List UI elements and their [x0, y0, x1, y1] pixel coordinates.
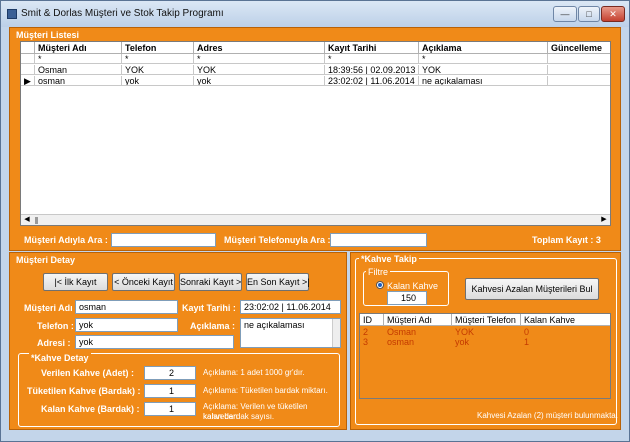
kahve-detay-title: *Kahve Detay	[29, 353, 91, 363]
filter-row-header	[21, 54, 35, 64]
col-header-id[interactable]: ID	[360, 314, 384, 326]
kahve-takip-status: Kahvesi Azalan (2) müşteri bulunmakta.	[477, 411, 618, 420]
filter-cell[interactable]: *	[35, 54, 122, 64]
verilen-kahve-note: Açıklama: 1 adet 1000 gr'dır.	[203, 368, 305, 377]
kahve-detay-frame: *Kahve Detay Verilen Kahve (Adet) : 2 Aç…	[18, 353, 340, 427]
find-low-coffee-button[interactable]: Kahvesi Azalan Müşterileri Bul	[465, 278, 599, 300]
search-name-input[interactable]	[111, 233, 216, 247]
total-record-count: Toplam Kayıt : 3	[532, 235, 601, 245]
last-record-button[interactable]: En Son Kayıt >|	[246, 273, 310, 291]
app-window: Smit & Dorlas Müşteri ve Stok Takip Prog…	[0, 0, 630, 442]
table-cell[interactable]: 2	[360, 327, 384, 337]
scroll-thumb[interactable]	[35, 217, 38, 224]
adres-label: Adresi :	[37, 338, 71, 348]
col-header-adres[interactable]: Adres	[194, 42, 325, 54]
window-title: Smit & Dorlas Müşteri ve Stok Takip Prog…	[21, 8, 224, 19]
verilen-kahve-label: Verilen Kahve (Adet) :	[41, 368, 135, 378]
search-name-label: Müşteri Adıyla Ara :	[24, 235, 108, 245]
musteri-grid[interactable]: Müşteri Adı Telefon Adres Kayıt Tarihi A…	[20, 41, 611, 226]
table-cell[interactable]: ne açıkalaması	[419, 76, 548, 86]
table-cell[interactable]	[548, 65, 610, 75]
table-cell[interactable]: Osman	[384, 327, 452, 337]
maximize-button[interactable]: □	[578, 6, 600, 22]
aciklama-text: ne açıkalaması	[244, 320, 305, 330]
row-marker[interactable]	[21, 65, 35, 75]
col-header-kalan-kahve[interactable]: Kalan Kahve	[521, 314, 610, 326]
table-cell[interactable]: Osman	[35, 65, 122, 75]
table-cell[interactable]: 1	[521, 337, 610, 347]
col-header-musteri-telefon[interactable]: Müşteri Telefon	[452, 314, 521, 326]
kalan-kahve-radio-label: Kalan Kahve	[387, 281, 439, 291]
ad-input[interactable]: osman	[75, 300, 178, 314]
kahve-takip-panel: *Kahve Takip Filtre Kalan Kahve 150 Kahv…	[350, 252, 621, 430]
radio-dot-icon	[378, 283, 382, 287]
kayit-tarihi-label: Kayıt Tarihi :	[182, 303, 236, 313]
tuketilen-kahve-note: Açıklama: Tüketilen bardak miktarı.	[203, 386, 328, 395]
aciklama-scrollbar[interactable]	[332, 319, 340, 347]
table-cell[interactable]: 23:02:02 | 11.06.2014	[325, 76, 419, 86]
filtre-label: Filtre	[366, 267, 390, 277]
musteri-detay-title: Müşteri Detay	[16, 255, 76, 265]
col-header-musteri-adi[interactable]: Müşteri Adı	[384, 314, 452, 326]
filtre-value-input[interactable]: 150	[387, 291, 427, 305]
table-cell[interactable]: yok	[194, 76, 325, 86]
kahve-takip-grid[interactable]: ID Müşteri Adı Müşteri Telefon Kalan Kah…	[359, 313, 611, 399]
kalan-kahve-input[interactable]: 1	[144, 402, 196, 416]
table-cell[interactable]	[548, 76, 610, 86]
telefon-label: Telefon :	[37, 321, 74, 331]
table-cell[interactable]: 3	[360, 337, 384, 347]
col-header-guncelleme[interactable]: Güncelleme	[548, 42, 610, 54]
tuketilen-kahve-input[interactable]: 1	[144, 384, 196, 398]
filter-cell[interactable]: *	[194, 54, 325, 64]
telefon-input[interactable]: yok	[75, 318, 178, 332]
filter-cell[interactable]: *	[122, 54, 194, 64]
verilen-kahve-input[interactable]: 2	[144, 366, 196, 380]
adres-input[interactable]: yok	[75, 335, 234, 349]
col-header-musteri-adi[interactable]: Müşteri Adı	[35, 42, 122, 54]
filter-cell[interactable]	[548, 54, 610, 64]
filter-cell[interactable]: *	[325, 54, 419, 64]
app-icon	[7, 9, 17, 19]
minimize-button[interactable]: —	[553, 6, 577, 22]
table-cell[interactable]: yok	[122, 76, 194, 86]
ad-label: Müşteri Adı :	[24, 303, 79, 313]
table-cell[interactable]: YOK	[452, 327, 521, 337]
col-header-kayit-tarihi[interactable]: Kayıt Tarihi	[325, 42, 419, 54]
col-header-telefon[interactable]: Telefon	[122, 42, 194, 54]
kahve-takip-title: *Kahve Takip	[359, 254, 419, 264]
musteri-listesi-title: Müşteri Listesi	[16, 30, 80, 40]
next-record-button[interactable]: Sonraki Kayıt >	[179, 273, 242, 291]
close-button[interactable]: ✕	[601, 6, 625, 22]
table-cell[interactable]: YOK	[419, 65, 548, 75]
prev-record-button[interactable]: < Önceki Kayıt	[112, 273, 175, 291]
table-cell[interactable]: YOK	[122, 65, 194, 75]
title-bar: Smit & Dorlas Müşteri ve Stok Takip Prog…	[1, 1, 629, 27]
kayit-tarihi-input[interactable]: 23:02:02 | 11.06.2014	[240, 300, 341, 314]
table-cell[interactable]: 18:39:56 | 02.09.2013	[325, 65, 419, 75]
row-marker[interactable]: ▶	[21, 76, 35, 86]
musteri-listesi-panel: Müşteri Listesi Müşteri Adı Telefon Adre…	[9, 27, 621, 251]
col-header-aciklama[interactable]: Açıklama	[419, 42, 548, 54]
kalan-kahve-radio[interactable]	[376, 281, 384, 289]
aciklama-label: Açıklama :	[190, 321, 236, 331]
scroll-right-icon[interactable]: ▶	[599, 215, 609, 225]
kalan-kahve-note-2: kalan bardak sayısı.	[203, 412, 275, 421]
table-cell[interactable]: osman	[384, 337, 452, 347]
aciklama-textarea[interactable]: ne açıkalaması	[240, 318, 341, 348]
scroll-left-icon[interactable]: ◀	[22, 215, 32, 225]
tuketilen-kahve-label: Tüketilen Kahve (Bardak) :	[27, 386, 141, 396]
musteri-detay-panel: Müşteri Detay |< İlk Kayıt < Önceki Kayı…	[9, 252, 347, 430]
search-phone-label: Müşteri Telefonuyla Ara :	[224, 235, 331, 245]
table-cell[interactable]: 0	[521, 327, 610, 337]
filter-cell[interactable]: *	[419, 54, 548, 64]
horizontal-scrollbar[interactable]: ◀ ▶	[21, 214, 610, 225]
search-phone-input[interactable]	[330, 233, 427, 247]
table-cell[interactable]: osman	[35, 76, 122, 86]
table-cell[interactable]: yok	[452, 337, 521, 347]
first-record-button[interactable]: |< İlk Kayıt	[43, 273, 108, 291]
table-cell[interactable]: YOK	[194, 65, 325, 75]
grid-row-header	[21, 42, 35, 54]
kalan-kahve-label: Kalan Kahve (Bardak) :	[41, 404, 140, 414]
